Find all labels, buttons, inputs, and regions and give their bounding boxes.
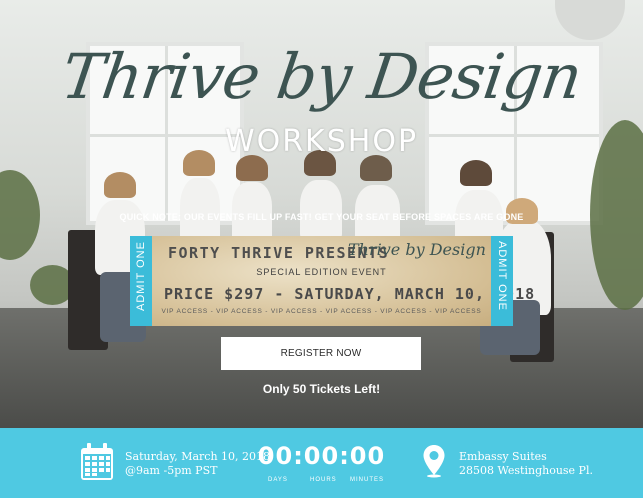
- venue-name: Embassy Suites: [459, 450, 547, 463]
- person-hair: [104, 172, 136, 198]
- admit-one-label: ADMIT ONE: [135, 241, 147, 311]
- ticket-stub-right: ADMIT ONE: [491, 236, 513, 326]
- ticket-stub-left: ADMIT ONE: [130, 236, 152, 326]
- admit-one-label: ADMIT ONE: [496, 241, 508, 311]
- tickets-left-text: Only 50 Tickets Left!: [262, 382, 381, 396]
- urgency-note: QUICK NOTE: OUR EVENTS FILL UP FAST! GET…: [119, 212, 524, 222]
- ticket-body: FORTY THRIVE PRESENTS Thrive by Design S…: [152, 236, 534, 326]
- event-info-bar: Saturday, March 10, 2018 @9am -5pm PST 0…: [0, 428, 643, 498]
- venue-address: 28508 Westinghouse Pl.: [459, 464, 593, 477]
- register-now-button[interactable]: REGISTER NOW: [221, 337, 421, 370]
- ticket-edition: SPECIAL EDITION EVENT: [256, 267, 387, 277]
- person-hair: [460, 160, 492, 186]
- person: [300, 180, 342, 240]
- ticket-price-date: PRICE $297 - SATURDAY, MARCH 10, 2018: [164, 285, 536, 303]
- countdown-hours-label: HOURS: [310, 477, 337, 483]
- location-pin-icon: [423, 445, 445, 478]
- countdown-days-label: DAYS: [268, 477, 288, 483]
- event-title-script: Thrive by Design: [57, 40, 586, 113]
- pendant-lamp: [555, 0, 625, 40]
- ticket-script-title: Thrive by Design: [348, 240, 486, 259]
- ticket-vip-access: VIP ACCESS - VIP ACCESS - VIP ACCESS - V…: [161, 308, 482, 315]
- countdown-minutes-label: MINUTES: [350, 477, 384, 483]
- hero-section: Thrive by Design WORKSHOP QUICK NOTE: OU…: [0, 0, 643, 428]
- event-ticket: ADMIT ONE FORTY THRIVE PRESENTS Thrive b…: [130, 236, 534, 326]
- event-subtitle: WORKSHOP: [224, 124, 419, 159]
